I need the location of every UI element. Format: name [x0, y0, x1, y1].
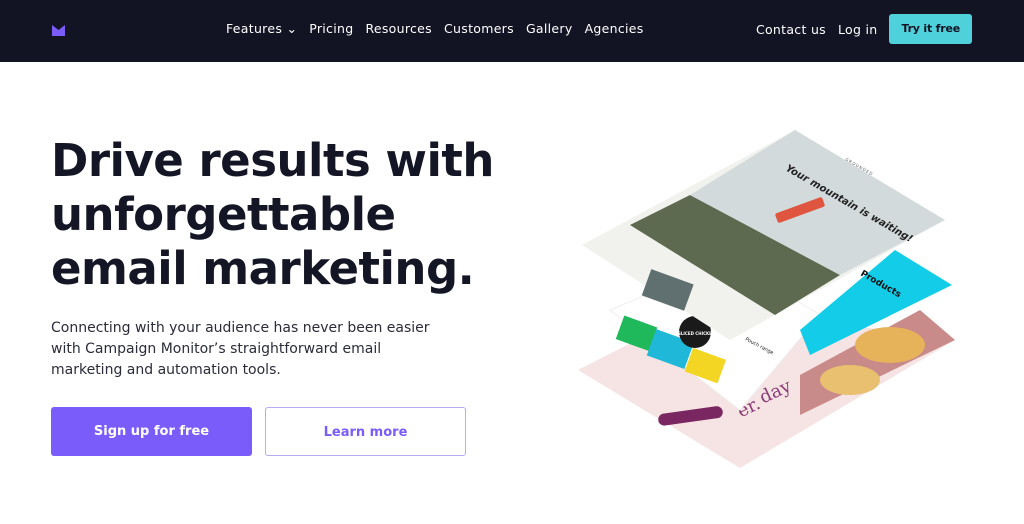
- nav-customers[interactable]: Customers: [444, 21, 514, 36]
- hero-subtitle: Connecting with your audience has never …: [51, 320, 430, 378]
- try-it-free-button[interactable]: Try it free: [889, 14, 972, 44]
- sign-up-button[interactable]: Sign up for free: [51, 407, 252, 456]
- hero-title: Drive results with unforgettable email m…: [51, 134, 494, 295]
- contact-us-link[interactable]: Contact us: [756, 22, 826, 37]
- macaron: [855, 327, 925, 363]
- badge-text: SLICED CHICKEN: [678, 331, 715, 336]
- nav-gallery[interactable]: Gallery: [526, 21, 573, 36]
- chevron-down-icon: ⌄: [286, 21, 298, 36]
- nav-features[interactable]: Features ⌄: [226, 21, 297, 36]
- main-menu: Features ⌄ Pricing Resources Customers G…: [226, 21, 644, 36]
- top-nav: Features ⌄ Pricing Resources Customers G…: [0, 0, 1024, 62]
- login-link[interactable]: Log in: [838, 22, 878, 37]
- macaron: [820, 365, 880, 395]
- nav-resources[interactable]: Resources: [365, 21, 432, 36]
- email-templates-illustration: day er. SLICED CHICKEN Pouch range Produ…: [578, 130, 955, 468]
- nav-pricing[interactable]: Pricing: [309, 21, 353, 36]
- nav-agencies[interactable]: Agencies: [585, 21, 644, 36]
- learn-more-button[interactable]: Learn more: [265, 407, 466, 456]
- logo[interactable]: [52, 25, 65, 36]
